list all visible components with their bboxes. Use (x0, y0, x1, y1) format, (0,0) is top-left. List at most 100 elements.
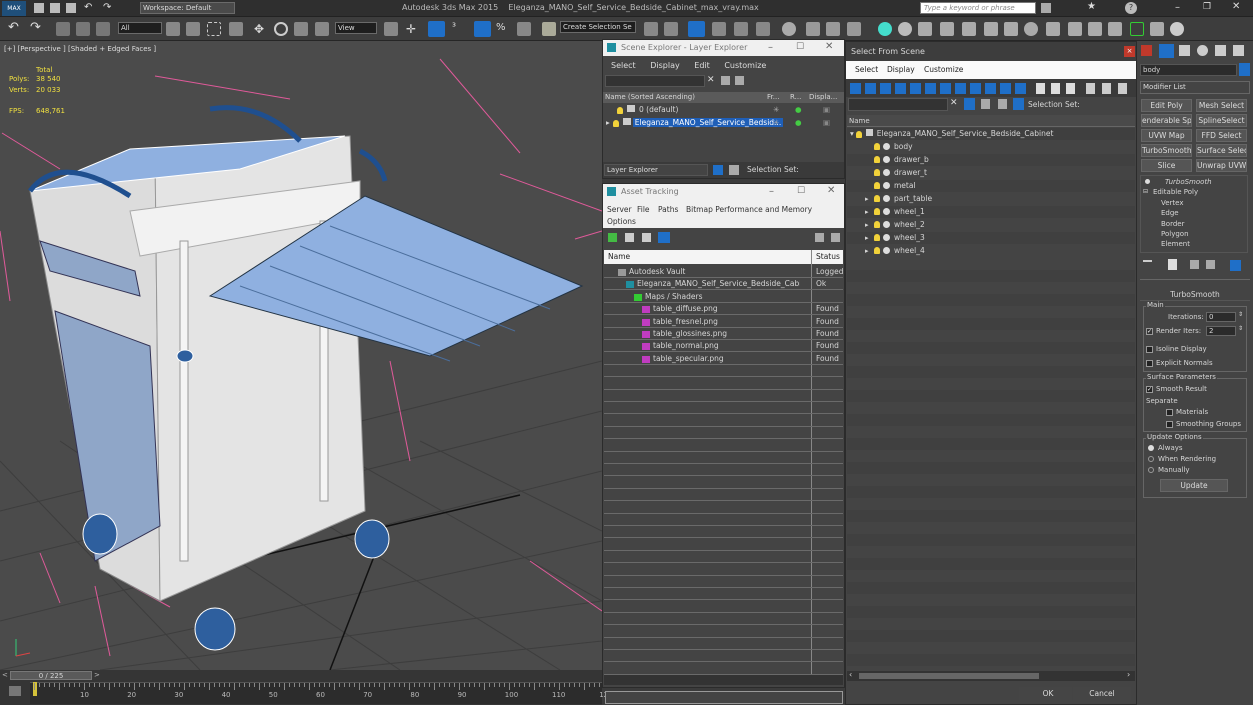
display-all-icon[interactable] (1036, 83, 1045, 94)
scene-object-row[interactable]: ▸ part_table (847, 193, 1135, 205)
render-icon[interactable] (847, 22, 861, 36)
vray-light-icon[interactable] (878, 22, 892, 36)
star-icon[interactable]: ★ (1087, 1, 1096, 12)
modifier-button[interactable]: Surface Select (1196, 144, 1247, 157)
filter-icon[interactable] (735, 76, 744, 85)
reference-coordinate-select[interactable]: View (335, 22, 377, 34)
filter-cameras-icon[interactable] (895, 83, 906, 94)
table-view-icon[interactable] (658, 232, 670, 243)
lightbulb-icon[interactable] (874, 169, 880, 176)
thumbnail-view-icon[interactable] (642, 233, 651, 242)
iterations-spinner[interactable]: 0 (1206, 312, 1236, 322)
smooth-result-checkbox[interactable]: ✓ (1146, 386, 1153, 393)
filter-hidden-icon[interactable] (1015, 83, 1026, 94)
prev-frame-button[interactable]: < (2, 671, 8, 679)
make-unique-icon[interactable] (1190, 260, 1199, 269)
turbosmooth-rollout-header[interactable]: TurboSmooth (1140, 289, 1250, 301)
stack-item-editable-poly[interactable]: Editable Poly (1153, 188, 1198, 196)
scroll-right-icon[interactable]: › (1127, 670, 1130, 679)
menu-server[interactable]: Server (607, 205, 632, 214)
vray-sun-icon[interactable] (898, 22, 912, 36)
maximize-button[interactable]: ❐ (1203, 2, 1211, 12)
modifier-button[interactable]: FFD Select (1196, 129, 1247, 142)
modifier-button[interactable]: SplineSelect (1196, 114, 1247, 127)
material-editor-icon[interactable] (782, 22, 796, 36)
pivot-icon[interactable] (384, 22, 398, 36)
minimize-button[interactable]: – (768, 42, 773, 53)
render-teapot-icon[interactable]: ● (795, 117, 802, 129)
expand-arrow-icon[interactable]: ▸ (606, 118, 610, 127)
bind-spacewarp-icon[interactable] (96, 22, 110, 36)
utilities-tab-icon[interactable] (1233, 45, 1244, 56)
lightbulb-icon[interactable] (874, 156, 880, 163)
edit-named-selection-icon[interactable] (542, 22, 556, 36)
modifier-button[interactable]: Edit Poly (1141, 99, 1192, 112)
hierarchy-tab-icon[interactable] (1179, 45, 1190, 56)
expand-icon[interactable]: ⊟ (1143, 188, 1148, 195)
manipulate-icon[interactable]: ✛ (406, 22, 420, 36)
clear-search-icon[interactable]: ✕ (707, 75, 715, 85)
named-selection-select[interactable]: Create Selection Se (560, 21, 636, 33)
scene-hscroll[interactable]: ‹ › (847, 670, 1135, 681)
close-button[interactable]: ✕ (825, 41, 833, 52)
stack-subobject-item[interactable]: Polygon (1161, 230, 1189, 238)
menu-customize[interactable]: Customize (924, 61, 963, 79)
angle-snap-icon[interactable] (474, 21, 491, 37)
vray-proxy-icon[interactable] (962, 22, 976, 36)
scene-object-row[interactable]: drawer_t (847, 167, 1135, 179)
always-radio[interactable] (1148, 445, 1154, 451)
menu-select[interactable]: Select (855, 61, 878, 79)
manually-radio[interactable] (1148, 467, 1154, 473)
object-name-field[interactable]: body (1140, 64, 1237, 76)
configure-sets-icon[interactable] (1230, 260, 1241, 271)
display-none-icon[interactable] (1051, 83, 1060, 94)
rendered-frame-icon[interactable] (826, 22, 840, 36)
expand-arrow-icon[interactable]: ▸ (865, 232, 869, 244)
filter-shapes-icon[interactable] (865, 83, 876, 94)
menu-paths[interactable]: Paths (658, 205, 678, 214)
filter-columns-icon[interactable] (1118, 83, 1127, 94)
modifier-button[interactable]: enderable Splin (1141, 114, 1192, 127)
minimize-button[interactable]: – (769, 186, 774, 197)
explicit-normals-checkbox[interactable] (1146, 360, 1153, 367)
lightbulb-icon[interactable] (874, 247, 880, 254)
vray-vfb-icon[interactable] (1046, 22, 1060, 36)
expand-arrow-icon[interactable]: ▸ (865, 245, 869, 257)
rect-selection-icon[interactable] (207, 22, 221, 36)
modifier-button[interactable]: UVW Map (1141, 129, 1192, 142)
filter-bones-icon[interactable] (970, 83, 981, 94)
show-end-result-icon[interactable] (1168, 259, 1177, 270)
lightbulb-icon[interactable] (874, 221, 880, 228)
when-rendering-radio[interactable] (1148, 456, 1154, 462)
scene-root-row[interactable]: ▾ Eleganza_MANO_Self_Service_Bedside_Cabi… (847, 128, 1135, 140)
rotate-icon[interactable] (274, 22, 288, 36)
menu-select[interactable]: Select (611, 61, 636, 70)
percent-snap-icon[interactable]: % (496, 22, 510, 36)
save-icon[interactable] (66, 3, 76, 13)
undo-icon[interactable]: ↶ (84, 2, 92, 13)
place-icon[interactable] (315, 22, 329, 36)
redo-icon[interactable]: ↷ (103, 2, 111, 13)
scene-object-row[interactable]: metal (847, 180, 1135, 192)
expand-arrow-icon[interactable]: ▸ (865, 219, 869, 231)
filter-geometry-icon[interactable] (850, 83, 861, 94)
layer-icon[interactable] (998, 99, 1007, 109)
explorer-type-select[interactable]: Layer Explorer (604, 164, 708, 176)
modifier-button[interactable]: Slice (1141, 159, 1192, 172)
modify-tab-icon[interactable] (1159, 44, 1174, 58)
move-icon[interactable]: ✥ (254, 22, 268, 36)
vray-dome-icon[interactable] (940, 22, 954, 36)
cancel-button[interactable]: Cancel (1072, 686, 1132, 701)
find-icon[interactable] (721, 76, 730, 85)
collapse-arrow-icon[interactable]: ▾ (850, 129, 854, 138)
display-icon[interactable]: ▣ (823, 104, 830, 116)
render-iters-checkbox[interactable]: ✓ (1146, 328, 1153, 335)
spinner-arrows-icon[interactable]: ⇕ (1238, 325, 1243, 332)
col-name[interactable]: Name (Sorted Ascending) (605, 92, 765, 103)
redo-icon[interactable]: ↷ (30, 20, 41, 35)
display-tab-icon[interactable] (1215, 45, 1226, 56)
mirror-icon[interactable] (644, 22, 658, 36)
scale-icon[interactable] (294, 22, 308, 36)
clear-search-icon[interactable]: ✕ (950, 98, 958, 108)
layer-manager-icon[interactable] (688, 21, 705, 37)
